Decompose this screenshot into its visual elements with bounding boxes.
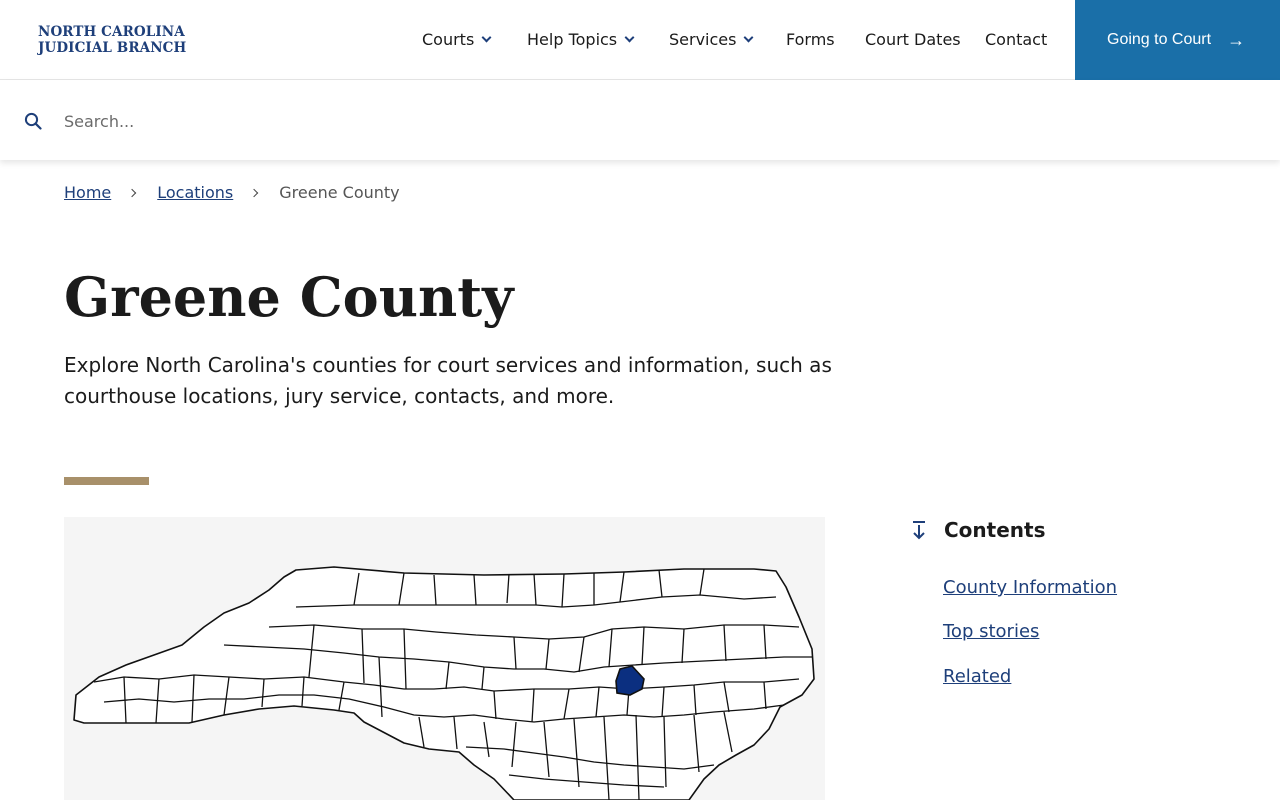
arrow-down-to-line-icon [913, 521, 925, 540]
page-title: Greene County [64, 265, 514, 329]
toc-top-stories[interactable]: Top stories [943, 621, 1039, 642]
nav-services[interactable]: Services [669, 30, 754, 49]
breadcrumb: Home Locations Greene County [64, 183, 400, 202]
logo-line-1: NORTH CAROLINA [38, 24, 185, 40]
nav-court-dates-label: Court Dates [865, 30, 961, 49]
chevron-down-icon [624, 32, 635, 42]
page-intro: Explore North Carolina's counties for co… [64, 353, 832, 408]
breadcrumb-locations-link[interactable]: Locations [157, 183, 233, 202]
nav-services-label: Services [669, 30, 737, 49]
contents-heading-label: Contents [944, 518, 1046, 542]
north-carolina-map [73, 566, 815, 800]
site-header: NORTH CAROLINA JUDICIAL BRANCH Courts He… [0, 0, 1280, 80]
logo-line-2: JUDICIAL BRANCH [38, 40, 187, 56]
search-input[interactable] [64, 106, 964, 136]
toc-county-information[interactable]: County Information [943, 577, 1117, 598]
nav-forms-label: Forms [786, 30, 835, 49]
chevron-down-icon [744, 32, 754, 42]
nav-contact-label: Contact [985, 30, 1048, 49]
chevron-right-icon [128, 188, 137, 197]
going-to-court-button[interactable]: Going to Court → [1075, 0, 1280, 80]
nav-contact[interactable]: Contact [985, 30, 1047, 49]
nav-forms[interactable]: Forms [786, 30, 835, 49]
site-logo[interactable]: NORTH CAROLINA JUDICIAL BRANCH [38, 24, 186, 56]
toc-related[interactable]: Related [943, 666, 1011, 687]
chevron-down-icon [481, 32, 492, 42]
breadcrumb-current: Greene County [279, 183, 400, 202]
nav-court-dates[interactable]: Court Dates [865, 30, 961, 49]
nav-help-topics[interactable]: Help Topics [527, 30, 635, 49]
breadcrumb-home-link[interactable]: Home [64, 183, 111, 202]
search-icon[interactable] [24, 112, 42, 130]
nav-help-topics-label: Help Topics [527, 30, 618, 49]
going-to-court-label: Going to Court [1107, 31, 1212, 48]
county-map [64, 517, 825, 800]
accent-divider [64, 477, 149, 485]
contents-heading: Contents [908, 518, 1045, 542]
arrow-right-icon: → [1227, 30, 1246, 50]
chevron-right-icon [250, 188, 259, 197]
nav-courts-label: Courts [422, 30, 475, 49]
nav-courts[interactable]: Courts [422, 30, 492, 49]
